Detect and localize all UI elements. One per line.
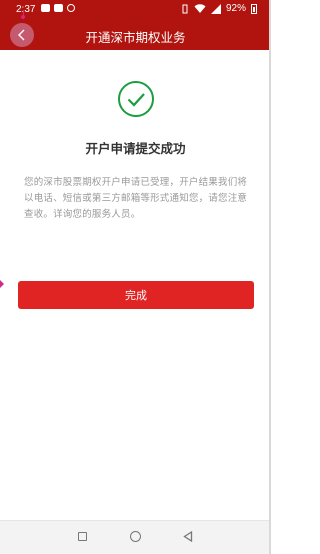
app-header: 开通深市期权业务 (0, 20, 271, 50)
frame-edge (269, 0, 271, 554)
record-icon (67, 4, 75, 12)
notification-icons (41, 4, 75, 12)
home-button[interactable] (130, 531, 141, 542)
triangle-back-icon[interactable] (183, 531, 193, 542)
battery-percent: 92% (225, 3, 246, 14)
message-icon (54, 4, 63, 12)
status-time: 2:37 (16, 4, 36, 15)
edge-handle (0, 280, 4, 288)
done-button[interactable]: 完成 (18, 281, 254, 309)
battery-icon (251, 3, 257, 14)
touch-indicator (21, 15, 25, 19)
result-title: 开户申请提交成功 (85, 141, 186, 156)
result-content: 开户申请提交成功 您的深市股票期权开户申请已受理，开户结果我们将以电话、短信或第… (0, 50, 271, 520)
status-right: 92% (181, 3, 257, 14)
signal-icon (210, 3, 221, 14)
result-description: 您的深市股票期权开户申请已受理，开户结果我们将以电话、短信或第三方邮箱等形式通知… (24, 177, 248, 220)
check-circle-icon (118, 81, 154, 117)
system-nav-bar (0, 520, 271, 554)
recents-button[interactable] (78, 532, 87, 541)
screen: 2:37 92% 开通深市期权业务 开户申请提交成功 您的深市股票期权开户申请已… (0, 0, 271, 554)
wifi-icon (194, 3, 206, 13)
vibrate-icon (182, 4, 188, 13)
page-title: 开通深市期权业务 (85, 30, 186, 45)
status-bar: 2:37 92% (0, 0, 271, 20)
chat-icon (41, 4, 50, 12)
